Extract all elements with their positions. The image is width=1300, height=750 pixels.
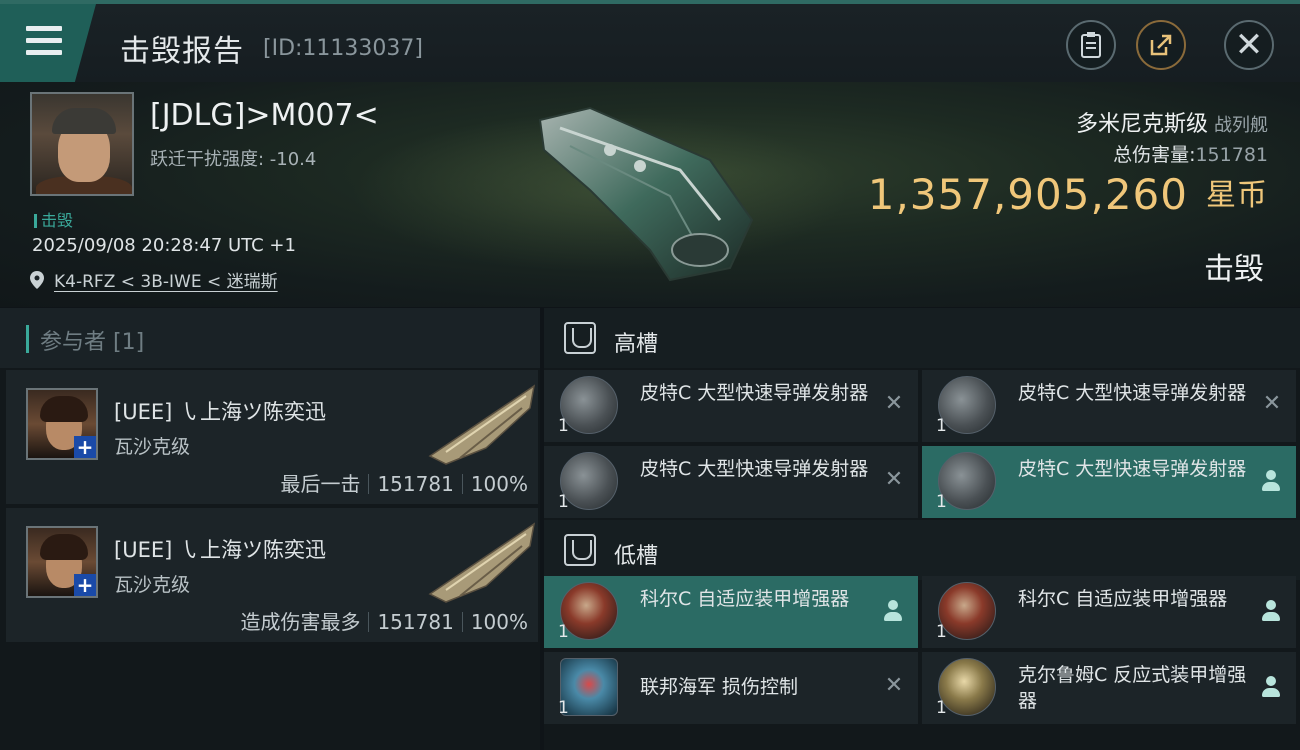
close-button[interactable]: ✕ [1224, 20, 1274, 70]
isk-amount: 1,357,905,260 [867, 170, 1188, 219]
low-slot-header: 低槽 [544, 520, 1300, 580]
attacker-row[interactable]: + [UEE] ㇂上海ツ陈奕迅 瓦沙克级 造成伤害最多 151781 100% [6, 508, 538, 642]
low-slot-icon [564, 534, 596, 566]
menu-icon [26, 26, 62, 56]
isk-unit: 星币 [1206, 178, 1268, 213]
attacker-percent: 100% [470, 610, 528, 634]
plus-icon: + [74, 436, 96, 458]
attacker-portrait[interactable]: + [26, 526, 98, 598]
module-name: 皮特C 大型快速导弹发射器 [1018, 458, 1247, 480]
dropped-person-icon [884, 600, 902, 622]
total-damage: 总伤害量:151781 [1113, 140, 1268, 167]
destroyed-icon: ✕ [884, 673, 904, 698]
clipboard-button[interactable] [1066, 20, 1116, 70]
module-name: 联邦海军 损伤控制 [640, 676, 799, 698]
attacker-role: 造成伤害最多 [240, 610, 361, 634]
share-button[interactable] [1136, 20, 1186, 70]
clipboard-icon [1081, 32, 1101, 58]
dropped-person-icon [1262, 676, 1280, 698]
module-qty: 1 [936, 622, 947, 642]
location-link[interactable]: K4-RFZ < 3B-IWE < 迷瑞斯 [54, 267, 278, 292]
module-item[interactable]: 1 联邦海军 损伤控制 ✕ [544, 652, 918, 724]
page-title: 击毁报告 [120, 34, 244, 69]
module-qty: 1 [936, 492, 947, 512]
attacker-damage: 151781 [377, 472, 454, 496]
dropped-person-icon [1262, 600, 1280, 622]
ship-type: 战列舰 [1214, 115, 1268, 136]
attacker-stats: 最后一击 151781 100% [280, 468, 528, 497]
total-damage-value: 151781 [1195, 144, 1268, 166]
module-qty: 1 [558, 416, 569, 436]
participants-header: 参与者 [1] [0, 308, 540, 368]
kill-datetime: 2025/09/08 20:28:47 UTC +1 [32, 235, 296, 256]
attacker-percent: 100% [470, 472, 528, 496]
module-name: 克尔鲁姆C 反应式装甲增强器 [1018, 664, 1247, 712]
menu-button[interactable] [0, 4, 96, 82]
participants-title: 参与者 [1] [40, 330, 145, 355]
security-status: 跃迁干扰强度: -10.4 [150, 149, 317, 170]
high-slot-header: 高槽 [544, 308, 1300, 368]
attacker-role: 最后一击 [280, 472, 361, 496]
module-item[interactable]: 1 皮特C 大型快速导弹发射器 ✕ [544, 370, 918, 442]
module-qty: 1 [558, 622, 569, 642]
attacker-ship: 瓦沙克级 [114, 574, 191, 596]
kill-result: 击毁 [1204, 252, 1264, 287]
module-item[interactable]: 1 科尔C 自适应装甲增强器 [922, 576, 1296, 648]
attacker-stats: 造成伤害最多 151781 100% [240, 606, 528, 635]
attacker-row[interactable]: + [UEE] ㇂上海ツ陈奕迅 瓦沙克级 最后一击 151781 100% [6, 370, 538, 504]
attacker-ship: 瓦沙克级 [114, 436, 191, 458]
victim-name[interactable]: [JDLG]>M007< [150, 98, 379, 133]
module-item[interactable]: 1 皮特C 大型快速导弹发射器 ✕ [544, 446, 918, 518]
module-qty: 1 [558, 698, 569, 718]
attacker-name: [UEE] ㇂上海ツ陈奕迅 [114, 538, 326, 562]
participants-panel: 参与者 [1] + [UEE] ㇂上海ツ陈奕迅 瓦沙克级 最后一击 151781 1… [0, 308, 540, 750]
destroyed-icon: ✕ [1262, 391, 1282, 416]
low-slot-label: 低槽 [614, 544, 659, 569]
module-qty: 1 [558, 492, 569, 512]
module-name: 皮特C 大型快速导弹发射器 [640, 458, 869, 480]
location-pin-icon [30, 270, 44, 289]
module-item[interactable]: 1 科尔C 自适应装甲增强器 [544, 576, 918, 648]
module-qty: 1 [936, 698, 947, 718]
share-icon [1150, 34, 1172, 56]
module-item[interactable]: 1 皮特C 大型快速导弹发射器 ✕ [922, 370, 1296, 442]
module-item[interactable]: 1 克尔鲁姆C 反应式装甲增强器 [922, 652, 1296, 724]
dropped-person-icon [1262, 470, 1280, 492]
module-name: 皮特C 大型快速导弹发射器 [1018, 382, 1247, 404]
attacker-portrait[interactable]: + [26, 388, 98, 460]
kill-tag: 击毁 [34, 207, 73, 231]
destroyed-icon: ✕ [884, 467, 904, 492]
victim-ship-image[interactable] [530, 100, 770, 290]
module-name: 科尔C 自适应装甲增强器 [640, 588, 850, 610]
attacker-ship-image [428, 522, 536, 603]
plus-icon: + [74, 574, 96, 596]
kill-id[interactable]: [ID:11133037] [263, 36, 423, 61]
module-name: 皮特C 大型快速导弹发射器 [640, 382, 869, 404]
total-damage-label: 总伤害量: [1113, 144, 1196, 166]
isk-value: 1,357,905,260 星币 [868, 170, 1268, 219]
high-slot-icon [564, 322, 596, 354]
victim-portrait[interactable] [30, 92, 134, 196]
attacker-name: [UEE] ㇂上海ツ陈奕迅 [114, 400, 326, 424]
fitting-panel: 高槽 1 皮特C 大型快速导弹发射器 ✕ 1 皮特C 大型快速导弹发射器 ✕ 1… [544, 308, 1300, 750]
module-name: 科尔C 自适应装甲增强器 [1018, 588, 1228, 610]
victim-panel: [JDLG]>M007< 跃迁干扰强度: -10.4 击毁 2025/09/08… [0, 82, 1300, 307]
ship-class[interactable]: 多米尼克斯级 战列舰 [1076, 106, 1268, 138]
high-slot-label: 高槽 [614, 332, 659, 357]
attacker-damage: 151781 [377, 610, 454, 634]
module-item[interactable]: 1 皮特C 大型快速导弹发射器 [922, 446, 1296, 518]
destroyed-icon: ✕ [884, 391, 904, 416]
attacker-ship-image [428, 384, 536, 465]
top-bar: 击毁报告 [ID:11133037] ✕ [0, 0, 1300, 82]
kill-location[interactable]: K4-RFZ < 3B-IWE < 迷瑞斯 [30, 267, 278, 292]
ship-class-name: 多米尼克斯级 [1075, 112, 1208, 137]
module-qty: 1 [936, 416, 947, 436]
close-icon: ✕ [1234, 25, 1264, 65]
